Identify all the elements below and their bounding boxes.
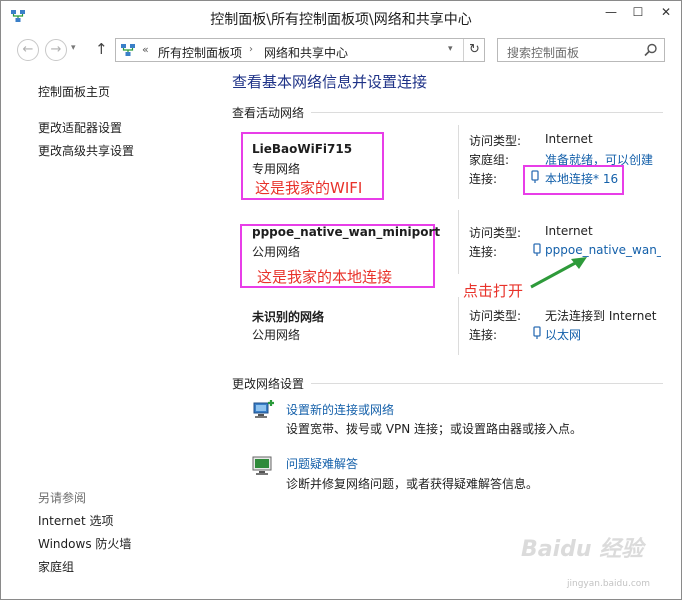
network-divider — [458, 297, 459, 355]
minimize-button[interactable]: — — [598, 1, 624, 23]
active-networks-heading: 查看活动网络 — [232, 106, 305, 120]
access-type-value: Internet — [545, 132, 593, 146]
network-type: 公用网络 — [252, 328, 301, 342]
setup-new-connection-link[interactable]: 设置新的连接或网络 — [286, 401, 394, 418]
access-type-label: 访问类型: — [469, 309, 522, 323]
see-also-heading: 另请参阅 — [38, 491, 87, 505]
back-button[interactable]: ← — [17, 39, 39, 61]
refresh-button[interactable]: ↻ — [463, 39, 485, 61]
connection-label: 连接: — [469, 245, 498, 259]
forward-button[interactable]: → — [45, 39, 67, 61]
window-title: 控制面板\所有控制面板项\网络和共享中心 — [210, 12, 472, 28]
annotation-local-note: 这是我家的本地连接 — [257, 268, 393, 286]
search-placeholder: 搜索控制面板 — [507, 46, 580, 60]
breadcrumb-separator-icon[interactable]: › — [249, 44, 253, 55]
address-dropdown-icon[interactable]: ▾ — [448, 44, 453, 54]
ethernet-connection-icon — [533, 326, 541, 339]
network-type: 公用网络 — [252, 245, 301, 259]
network-name: pppoe_native_wan_miniport — [252, 225, 441, 239]
sidebar-item-advanced-sharing[interactable]: 更改高级共享设置 — [38, 142, 134, 159]
page-title: 查看基本网络信息并设置连接 — [232, 73, 428, 91]
connection-label: 连接: — [469, 328, 498, 342]
network-divider — [458, 125, 459, 199]
troubleshoot-link[interactable]: 问题疑难解答 — [286, 455, 358, 472]
connection-link-local16[interactable]: 本地连接* 16 — [545, 170, 618, 187]
breadcrumb-network-center[interactable]: 网络和共享中心 — [264, 44, 348, 61]
recent-locations-icon[interactable]: ▾ — [71, 43, 76, 53]
sidebar-item-firewall[interactable]: Windows 防火墙 — [38, 535, 131, 552]
window: 控制面板\所有控制面板项\网络和共享中心 — ☐ ✕ ← → ▾ ↑ « 所有控… — [0, 0, 682, 600]
access-type-label: 访问类型: — [469, 134, 522, 148]
wifi-connection-icon — [531, 170, 539, 183]
access-type-value: 无法连接到 Internet — [545, 309, 657, 323]
sidebar-item-internet-options[interactable]: Internet 选项 — [38, 512, 113, 529]
troubleshoot-icon — [252, 456, 272, 475]
address-bar[interactable]: « 所有控制面板项 › 网络和共享中心 ▾ ↻ — [115, 38, 485, 62]
navigation-bar: ← → ▾ ↑ « 所有控制面板项 › 网络和共享中心 ▾ ↻ 搜索控制面板 — [1, 35, 681, 65]
network-name: 未识别的网络 — [252, 310, 325, 324]
homegroup-label: 家庭组: — [469, 153, 510, 167]
setup-new-connection-desc: 设置宽带、拨号或 VPN 连接；或设置路由器或接入点。 — [286, 422, 583, 436]
troubleshoot-desc: 诊断并修复网络问题，或者获得疑难解答信息。 — [286, 477, 539, 491]
network-divider — [458, 210, 459, 274]
connection-link-ethernet[interactable]: 以太网 — [545, 326, 581, 343]
breadcrumb-all-items[interactable]: 所有控制面板项 — [158, 44, 242, 61]
search-input[interactable]: 搜索控制面板 — [497, 38, 665, 62]
sidebar-item-home[interactable]: 控制面板主页 — [38, 83, 110, 100]
baidu-watermark-url: jingyan.baidu.com — [567, 579, 651, 589]
baidu-watermark: Baidu 经验 — [521, 537, 644, 562]
breadcrumb-overflow-icon[interactable]: « — [142, 43, 149, 56]
access-type-label: 访问类型: — [469, 226, 522, 240]
access-type-value: Internet — [545, 224, 593, 238]
up-button[interactable]: ↑ — [95, 40, 108, 58]
search-icon[interactable] — [644, 43, 658, 57]
close-button[interactable]: ✕ — [651, 1, 681, 23]
change-settings-heading: 更改网络设置 — [232, 377, 305, 391]
sidebar-item-homegroup[interactable]: 家庭组 — [38, 558, 74, 575]
connection-label: 连接: — [469, 172, 498, 186]
annotation-wifi-note: 这是我家的WIFI — [255, 179, 363, 197]
section-divider — [311, 112, 663, 113]
annotation-click-note: 点击打开 — [463, 282, 524, 300]
network-name: LieBaoWiFi715 — [252, 142, 353, 156]
network-center-icon — [121, 44, 135, 56]
title-bar: 控制面板\所有控制面板项\网络和共享中心 — ☐ ✕ — [1, 1, 681, 33]
maximize-button[interactable]: ☐ — [625, 1, 651, 23]
annotation-arrow-icon — [530, 257, 587, 289]
sidebar-item-adapter-settings[interactable]: 更改适配器设置 — [38, 119, 122, 136]
network-type: 专用网络 — [252, 162, 301, 176]
new-connection-icon — [253, 400, 274, 418]
section-divider — [311, 383, 663, 384]
